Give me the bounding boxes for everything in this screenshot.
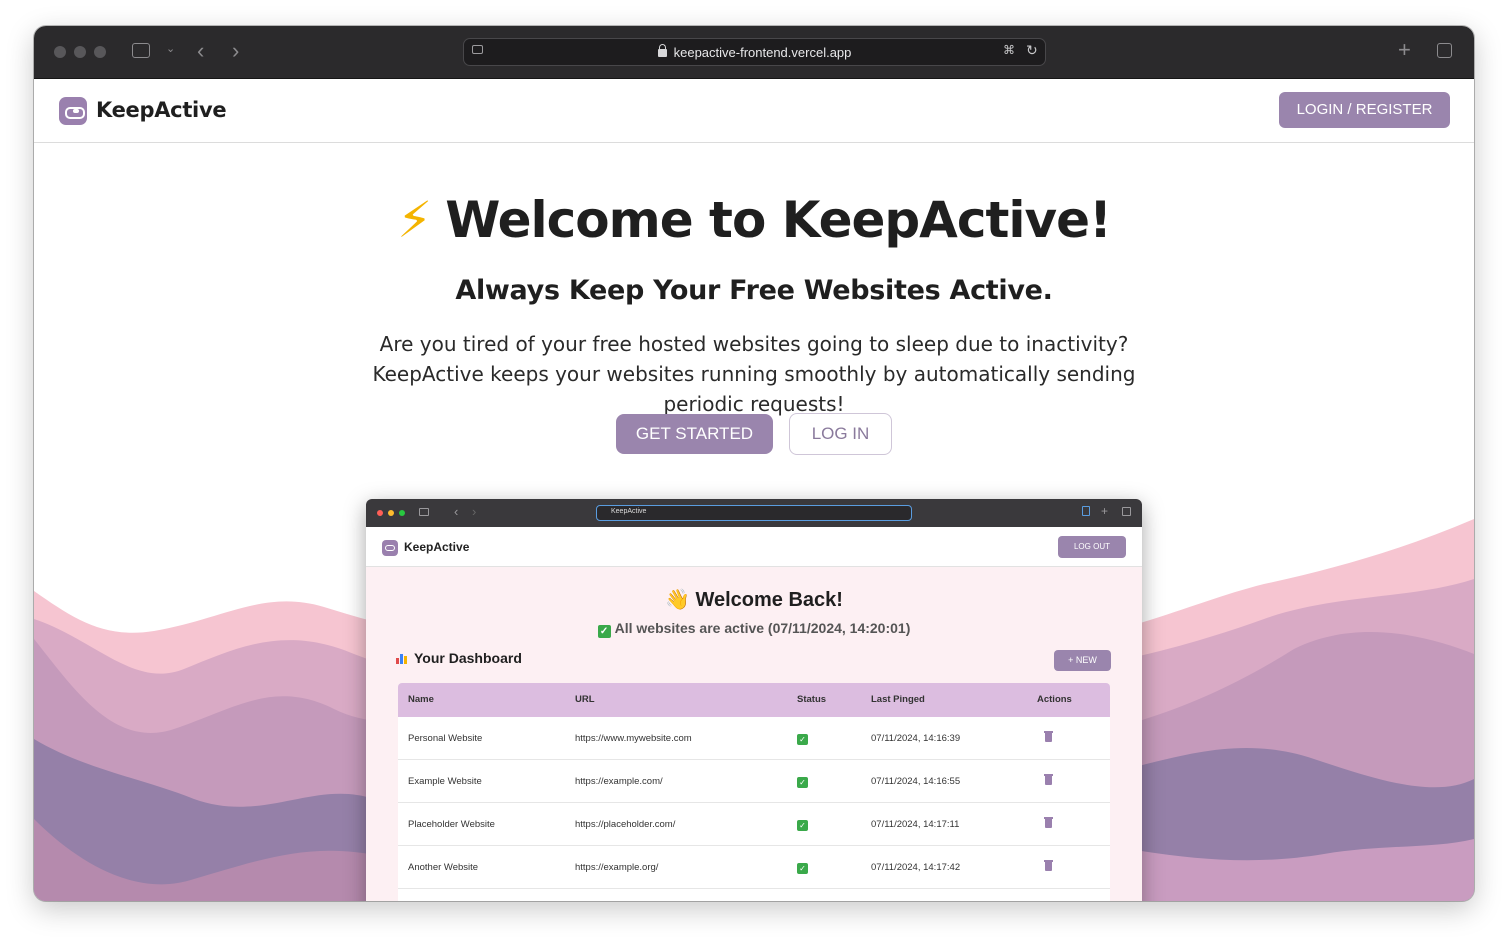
- cell-status: ✓: [797, 862, 812, 874]
- zoom-window-button[interactable]: [94, 46, 106, 58]
- table-row: Example Website https://example.com/ ✓ 0…: [398, 760, 1110, 803]
- preview-browser-toolbar: ‹ › KeepActive +: [366, 499, 1142, 527]
- preview-navbar: KeepActive LOG OUT: [366, 527, 1142, 567]
- cell-last-pinged: 07/11/2024, 14:16:55: [871, 776, 961, 787]
- column-header-url: URL: [575, 694, 595, 705]
- url-text: keepactive-frontend.vercel.app: [673, 45, 852, 60]
- table-row: Placeholder Website https://placeholder.…: [398, 803, 1110, 846]
- dashboard-preview-image: ‹ › KeepActive + KeepActive LOG OUT 👋 We…: [366, 499, 1142, 901]
- cell-status: ✓: [797, 776, 812, 788]
- column-header-status: Status: [797, 694, 827, 705]
- page-content: KeepActive LOGIN / REGISTER ⚡ Welcome to …: [34, 79, 1474, 901]
- address-bar[interactable]: keepactive-frontend.vercel.app ⌘ ↻: [463, 38, 1046, 66]
- forward-icon[interactable]: ›: [232, 40, 239, 62]
- toggle-logo-icon: [59, 97, 87, 125]
- preview-forward-icon: ›: [472, 504, 477, 519]
- trash-icon: [1044, 817, 1053, 828]
- hero-subtitle: Always Keep Your Free Websites Active.: [455, 275, 1053, 306]
- sidebar-icon[interactable]: [132, 43, 150, 58]
- hero-title-text: Welcome to KeepActive!: [445, 191, 1112, 249]
- preview-logout-button: LOG OUT: [1058, 536, 1126, 558]
- cell-last-pinged: 07/11/2024, 14:17:11: [871, 819, 960, 830]
- check-icon: ✓: [797, 777, 808, 788]
- preview-status-text: All websites are active (07/11/2024, 14:…: [614, 620, 911, 636]
- preview-minimize-dot: [388, 510, 394, 516]
- translate-icon[interactable]: ⌘: [1003, 44, 1015, 56]
- cell-last-pinged: 07/11/2024, 14:16:39: [871, 733, 961, 744]
- preview-tabs-icon: [1122, 507, 1131, 516]
- check-icon: ✓: [597, 625, 611, 638]
- cell-status: ✓: [797, 733, 812, 745]
- get-started-button[interactable]: GET STARTED: [616, 414, 773, 454]
- cell-name: Example Website: [408, 776, 482, 787]
- log-in-button[interactable]: LOG IN: [789, 413, 892, 455]
- preview-status: ✓ All websites are active (07/11/2024, 14…: [366, 620, 1142, 638]
- cell-last-pinged: 07/11/2024, 14:17:42: [871, 862, 961, 873]
- cell-status: ✓: [797, 819, 812, 831]
- column-header-name: Name: [408, 694, 434, 705]
- browser-toolbar: ⌄ ‹ › keepactive-frontend.vercel.app ⌘ ↻…: [34, 26, 1474, 79]
- check-icon: ✓: [797, 820, 808, 831]
- preview-address-text: KeepActive: [611, 508, 647, 515]
- preview-dashboard-title: Your Dashboard: [396, 650, 522, 666]
- trash-icon: [1044, 774, 1053, 785]
- preview-close-dot: [377, 510, 383, 516]
- table-row: Another Website https://example.org/ ✓ 0…: [398, 846, 1110, 889]
- column-header-last-pinged: Last Pinged: [871, 694, 925, 705]
- check-icon: ✓: [797, 863, 808, 874]
- preview-welcome-text: Welcome Back!: [695, 589, 843, 611]
- preview-welcome: 👋 Welcome Back!: [366, 587, 1142, 612]
- cell-name: Personal Website: [408, 733, 483, 744]
- column-header-actions: Actions: [1037, 694, 1072, 705]
- preview-address-bar: KeepActive: [596, 505, 912, 521]
- brand-name[interactable]: KeepActive: [96, 98, 227, 122]
- lock-icon: [657, 44, 667, 57]
- address-text: keepactive-frontend.vercel.app: [464, 44, 1045, 60]
- trash-icon: [1044, 731, 1053, 742]
- preview-back-icon: ‹: [454, 504, 459, 519]
- preview-new-tab-icon: +: [1101, 504, 1109, 518]
- browser-window: ⌄ ‹ › keepactive-frontend.vercel.app ⌘ ↻…: [34, 26, 1474, 901]
- cell-url: https://example.org/: [575, 862, 659, 873]
- close-window-button[interactable]: [54, 46, 66, 58]
- minimize-window-button[interactable]: [74, 46, 86, 58]
- top-navbar: KeepActive LOGIN / REGISTER: [34, 79, 1474, 143]
- preview-new-button: + NEW: [1054, 650, 1111, 671]
- cell-url: https://example.com/: [575, 776, 663, 787]
- preview-share-icon: [1082, 506, 1090, 516]
- bar-chart-icon: [396, 652, 409, 664]
- tab-overview-icon[interactable]: [1437, 43, 1452, 58]
- cell-name: Placeholder Website: [408, 819, 495, 830]
- preview-logo-icon: [382, 540, 398, 556]
- chevron-down-icon[interactable]: ⌄: [166, 44, 175, 55]
- preview-zoom-dot: [399, 510, 405, 516]
- lightning-icon: ⚡: [397, 191, 432, 249]
- preview-dashboard-title-text: Your Dashboard: [414, 650, 522, 666]
- wave-hand-icon: 👋: [665, 589, 690, 611]
- new-tab-icon[interactable]: +: [1398, 39, 1411, 61]
- preview-websites-table: Name URL Status Last Pinged Actions Pers…: [398, 683, 1110, 901]
- hero-title: ⚡ Welcome to KeepActive!: [34, 191, 1474, 249]
- table-row: Personal Website https://www.mywebsite.c…: [398, 717, 1110, 760]
- preview-table-header: Name URL Status Last Pinged Actions: [398, 683, 1110, 717]
- cell-name: Another Website: [408, 862, 479, 873]
- cell-url: https://www.mywebsite.com: [575, 733, 692, 744]
- trash-icon: [1044, 860, 1053, 871]
- preview-brand: KeepActive: [404, 540, 470, 554]
- cell-url: https://placeholder.com/: [575, 819, 676, 830]
- preview-sidebar-icon: [419, 508, 429, 516]
- check-icon: ✓: [797, 734, 808, 745]
- reload-icon[interactable]: ↻: [1026, 43, 1038, 57]
- hero-description: Are you tired of your free hosted websit…: [372, 332, 1136, 416]
- back-icon[interactable]: ‹: [197, 40, 204, 62]
- login-register-button[interactable]: LOGIN / REGISTER: [1279, 92, 1450, 128]
